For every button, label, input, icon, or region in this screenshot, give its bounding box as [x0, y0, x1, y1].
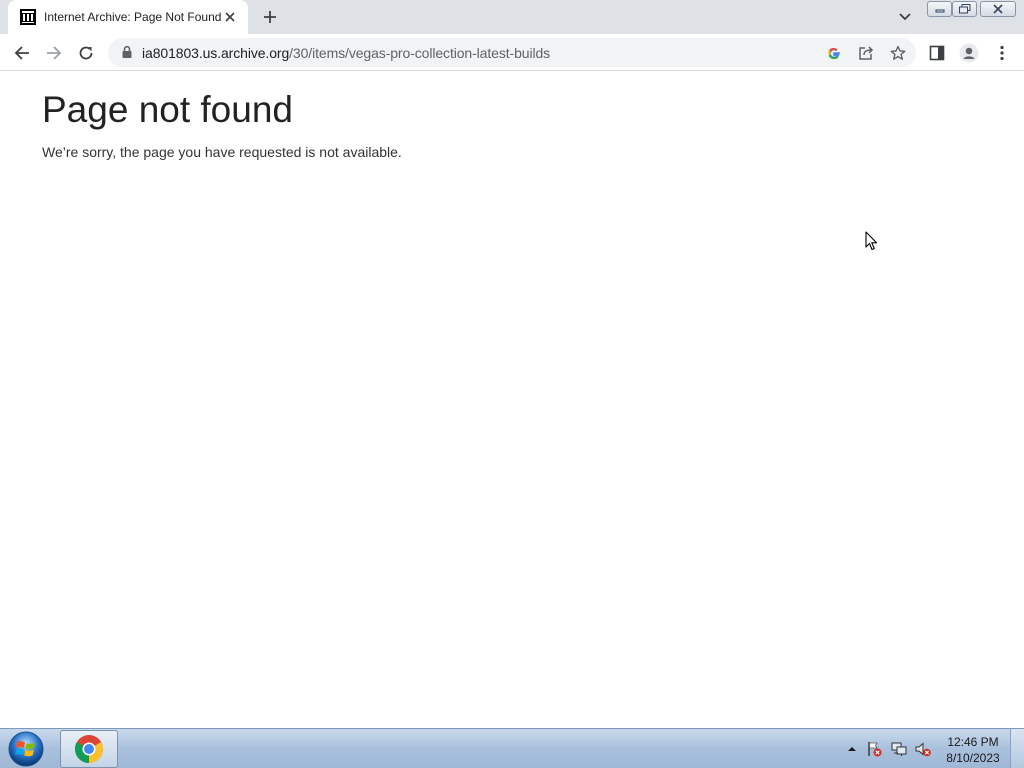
- share-icon[interactable]: [856, 43, 876, 63]
- profile-icon: [959, 43, 979, 63]
- page-content: Page not found We’re sorry, the page you…: [0, 71, 1024, 728]
- star-icon[interactable]: [888, 43, 908, 63]
- url-path: /30/items/vegas-pro-collection-latest-bu…: [289, 45, 551, 61]
- chrome-menu-button[interactable]: [989, 40, 1015, 66]
- close-icon: [993, 4, 1003, 14]
- windows-taskbar: 12:46 PM 8/10/2023: [0, 728, 1024, 768]
- action-center-flag-icon: [868, 742, 882, 757]
- back-button[interactable]: [9, 40, 35, 66]
- page-title: Page not found: [42, 89, 293, 130]
- network-button[interactable]: [891, 741, 907, 757]
- tab-search-button[interactable]: [895, 8, 915, 26]
- chevron-down-icon: [899, 13, 911, 21]
- browser-toolbar: ia801803.us.archive.org/30/items/vegas-p…: [0, 34, 1024, 71]
- error-message: We’re sorry, the page you have requested…: [42, 144, 402, 160]
- browser-tabstrip: Internet Archive: Page Not Found: [0, 0, 1024, 34]
- url-text[interactable]: ia801803.us.archive.org/30/items/vegas-p…: [142, 45, 550, 61]
- archive-building-icon: [20, 9, 36, 25]
- start-button[interactable]: [5, 730, 47, 768]
- kebab-menu-icon: [1000, 45, 1004, 61]
- reload-button[interactable]: [73, 40, 99, 66]
- tab-close-icon[interactable]: [222, 9, 238, 25]
- show-desktop-button[interactable]: [1010, 729, 1024, 768]
- clock-time: 12:46 PM: [947, 735, 999, 749]
- minimize-icon: [935, 9, 944, 13]
- volume-muted-icon: [915, 742, 931, 757]
- side-panel-icon: [929, 45, 945, 61]
- arrow-left-icon: [14, 46, 29, 60]
- url-host: ia801803.us.archive.org: [142, 45, 290, 61]
- chrome-icon: [75, 735, 103, 763]
- restore-icon: [958, 4, 970, 14]
- system-clock[interactable]: 12:46 PM 8/10/2023: [940, 734, 1006, 766]
- window-minimize-button[interactable]: [927, 1, 952, 17]
- mouse-cursor-icon: [865, 231, 878, 251]
- plus-icon: [264, 11, 276, 23]
- side-panel-button[interactable]: [924, 40, 950, 66]
- tab-title: Internet Archive: Page Not Found: [44, 10, 222, 24]
- action-center-button[interactable]: [866, 741, 882, 757]
- window-close-button[interactable]: [980, 1, 1016, 17]
- browser-tab-active[interactable]: Internet Archive: Page Not Found: [8, 0, 248, 34]
- lock-icon[interactable]: [120, 45, 134, 59]
- windows-start-icon: [8, 731, 44, 767]
- volume-button[interactable]: [915, 741, 931, 757]
- google-icon[interactable]: [824, 43, 844, 63]
- network-icon: [891, 742, 907, 756]
- tray-arrow-icon: [848, 747, 856, 751]
- forward-button[interactable]: [41, 40, 67, 66]
- clock-date: 8/10/2023: [946, 751, 1000, 765]
- address-bar[interactable]: ia801803.us.archive.org/30/items/vegas-p…: [108, 38, 916, 67]
- profile-button[interactable]: [956, 40, 982, 66]
- arrow-right-icon: [47, 46, 62, 60]
- window-restore-button[interactable]: [952, 1, 977, 17]
- reload-icon: [79, 46, 93, 60]
- new-tab-button[interactable]: [258, 6, 282, 28]
- tray-arrow-button[interactable]: [844, 741, 860, 757]
- taskbar-chrome-button[interactable]: [60, 730, 118, 768]
